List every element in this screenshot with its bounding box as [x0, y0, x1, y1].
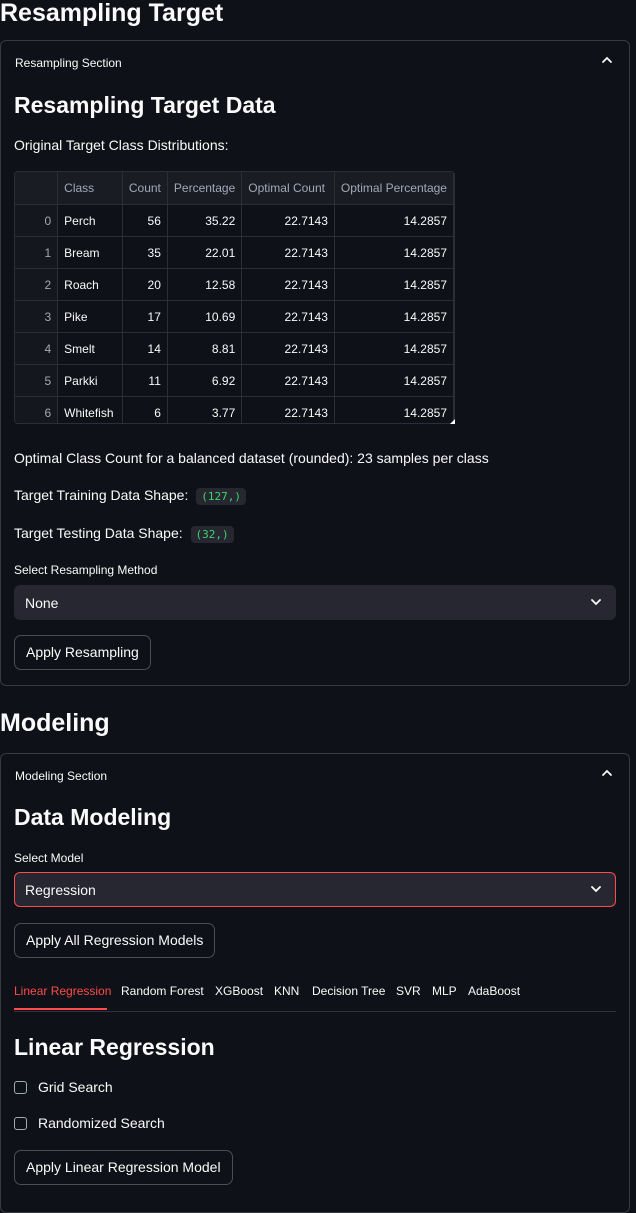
cell-count[interactable]: 17	[122, 300, 168, 333]
randomized-search-label[interactable]: Randomized Search	[38, 1115, 165, 1131]
cell-class[interactable]: Parkki	[57, 364, 123, 397]
resampling-method-select[interactable]: None	[14, 585, 616, 620]
cell-optimal-percentage[interactable]: 14.2857	[334, 364, 454, 397]
chevron-down-icon	[591, 886, 601, 893]
cell-class[interactable]: Pike	[57, 300, 123, 333]
cell-optimal-count[interactable]: 22.7143	[241, 268, 335, 301]
resampling-page-title: Resampling Target	[0, 0, 224, 27]
cell-optimal-percentage[interactable]: 14.2857	[334, 300, 454, 333]
cell-percentage[interactable]: 3.77	[167, 396, 243, 423]
chevron-down-icon	[591, 599, 601, 606]
cell-optimal-percentage[interactable]: 14.2857	[334, 236, 454, 269]
model-tabs: Linear Regression Random Forest XGBoost …	[14, 981, 616, 1012]
column-header-class[interactable]: Class	[57, 172, 123, 205]
resampling-method-value: None	[25, 595, 59, 611]
linear-regression-heading: Linear Regression	[14, 1034, 215, 1060]
cell-optimal-percentage[interactable]: 14.2857	[334, 268, 454, 301]
randomized-search-checkbox[interactable]	[14, 1117, 27, 1130]
test-shape-value: (32,)	[190, 526, 234, 543]
row-index: 3	[15, 300, 59, 333]
cell-percentage[interactable]: 6.92	[167, 364, 243, 397]
modeling-page-title: Modeling	[0, 709, 110, 737]
active-tab-indicator	[14, 1008, 107, 1010]
cell-optimal-count[interactable]: 22.7143	[241, 236, 335, 269]
test-shape-line: Target Testing Data Shape: (32,)	[14, 525, 234, 543]
train-shape-value: (127,)	[196, 488, 246, 505]
cell-optimal-count[interactable]: 22.7143	[241, 364, 335, 397]
row-index: 6	[15, 396, 59, 423]
apply-resampling-button[interactable]: Apply Resampling	[14, 635, 151, 670]
tab-mlp[interactable]: MLP	[432, 984, 457, 998]
tab-knn[interactable]: KNN	[274, 984, 299, 998]
tab-xgboost[interactable]: XGBoost	[215, 984, 263, 998]
cell-count[interactable]: 56	[122, 204, 168, 237]
resampling-section-header[interactable]: Resampling Section	[15, 56, 122, 70]
table-row[interactable]: 1 Bream 35 22.01 22.7143 14.2857	[15, 236, 454, 269]
class-distribution-table[interactable]: Class Count Percentage Optimal Count Opt…	[14, 171, 455, 424]
table-row[interactable]: 3 Pike 17 10.69 22.7143 14.2857	[15, 300, 454, 333]
model-select-label: Select Model	[14, 851, 84, 865]
cell-count[interactable]: 11	[122, 364, 168, 397]
model-select-value: Regression	[25, 882, 96, 898]
modeling-heading: Data Modeling	[14, 804, 172, 830]
apply-linear-regression-model-button[interactable]: Apply Linear Regression Model	[14, 1150, 233, 1185]
cell-count[interactable]: 20	[122, 268, 168, 301]
cell-optimal-percentage[interactable]: 14.2857	[334, 332, 454, 365]
cell-class[interactable]: Roach	[57, 268, 123, 301]
chevron-up-icon[interactable]	[601, 55, 613, 65]
grid-search-checkbox[interactable]	[14, 1081, 27, 1094]
chevron-up-icon[interactable]	[601, 768, 613, 778]
tab-decision-tree[interactable]: Decision Tree	[312, 984, 385, 998]
cell-percentage[interactable]: 12.58	[167, 268, 243, 301]
cell-class[interactable]: Whitefish	[57, 396, 123, 423]
column-header-optimal-count[interactable]: Optimal Count	[241, 172, 335, 205]
cell-percentage[interactable]: 10.69	[167, 300, 243, 333]
model-select[interactable]: Regression	[14, 872, 616, 907]
train-shape-line: Target Training Data Shape: (127,)	[14, 487, 246, 505]
cell-optimal-count[interactable]: 22.7143	[241, 204, 335, 237]
resampling-heading: Resampling Target Data	[14, 92, 276, 118]
table-row[interactable]: 5 Parkki 11 6.92 22.7143 14.2857	[15, 364, 454, 397]
cell-optimal-count[interactable]: 22.7143	[241, 300, 335, 333]
table-row[interactable]: 0 Perch 56 35.22 22.7143 14.2857	[15, 204, 454, 237]
tab-adaboost[interactable]: AdaBoost	[468, 984, 520, 998]
table-header-row: Class Count Percentage Optimal Count Opt…	[15, 172, 454, 205]
row-index: 5	[15, 364, 59, 397]
column-header-count[interactable]: Count	[122, 172, 168, 205]
cell-percentage[interactable]: 22.01	[167, 236, 243, 269]
grid-search-label[interactable]: Grid Search	[38, 1079, 113, 1095]
column-header-percentage[interactable]: Percentage	[167, 172, 243, 205]
cell-percentage[interactable]: 35.22	[167, 204, 243, 237]
train-shape-label: Target Training Data Shape:	[14, 487, 189, 503]
cell-optimal-percentage[interactable]: 14.2857	[334, 204, 454, 237]
modeling-section-header[interactable]: Modeling Section	[15, 769, 107, 783]
table-row[interactable]: 2 Roach 20 12.58 22.7143 14.2857	[15, 268, 454, 301]
cell-count[interactable]: 6	[122, 396, 168, 423]
distribution-label: Original Target Class Distributions:	[14, 137, 229, 153]
cell-optimal-count[interactable]: 22.7143	[241, 396, 335, 423]
tab-random-forest[interactable]: Random Forest	[121, 984, 204, 998]
cell-optimal-count[interactable]: 22.7143	[241, 332, 335, 365]
row-index: 4	[15, 332, 59, 365]
cell-count[interactable]: 14	[122, 332, 168, 365]
cell-class[interactable]: Bream	[57, 236, 123, 269]
cell-class[interactable]: Perch	[57, 204, 123, 237]
test-shape-label: Target Testing Data Shape:	[14, 525, 183, 541]
column-header-optimal-percentage[interactable]: Optimal Percentage	[334, 172, 454, 205]
cell-class[interactable]: Smelt	[57, 332, 123, 365]
optimal-count-text: Optimal Class Count for a balanced datas…	[14, 450, 489, 466]
row-index: 0	[15, 204, 59, 237]
tab-svr[interactable]: SVR	[396, 984, 421, 998]
table-row[interactable]: 4 Smelt 14 8.81 22.7143 14.2857	[15, 332, 454, 365]
apply-all-regression-models-button[interactable]: Apply All Regression Models	[14, 923, 216, 958]
table-row[interactable]: 6 Whitefish 6 3.77 22.7143 14.2857	[15, 396, 454, 423]
cell-percentage[interactable]: 8.81	[167, 332, 243, 365]
tab-linear-regression[interactable]: Linear Regression	[14, 984, 111, 998]
resampling-method-label: Select Resampling Method	[14, 563, 158, 577]
cell-optimal-percentage[interactable]: 14.2857	[334, 396, 454, 423]
column-header-index[interactable]	[15, 172, 59, 205]
row-index: 1	[15, 236, 59, 269]
cell-count[interactable]: 35	[122, 236, 168, 269]
row-index: 2	[15, 268, 59, 301]
